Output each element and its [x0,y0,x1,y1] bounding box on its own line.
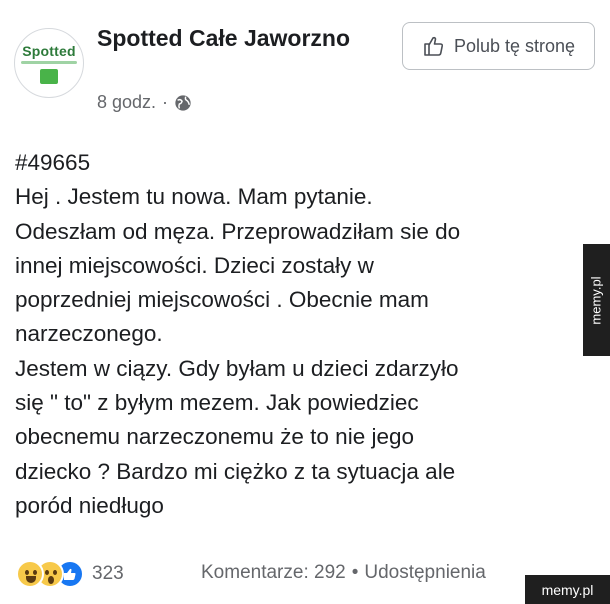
facebook-post: Spotted Spotted Całe Jaworzno 8 godz. · … [0,0,610,604]
thumbs-up-icon [424,36,443,56]
side-watermark-text: memy.pl [589,275,604,325]
reactions-summary[interactable]: 323 [16,560,124,588]
page-name-link[interactable]: Spotted Całe Jaworzno [97,22,357,54]
meta-separator: · [162,92,169,112]
post-body: #49665 Hej . Jestem tu nowa. Mam pytanie… [15,150,461,518]
globe-icon [175,94,191,111]
avatar-logo-text: Spotted [22,43,76,59]
like-page-label: Polub tę stronę [453,35,576,56]
bottom-watermark: memy.pl [525,575,610,604]
post-timestamp[interactable]: 8 godz. [97,92,156,113]
avatar-logo-underline [21,61,77,64]
haha-icon [16,560,44,588]
engagement-counts: Komentarze: 292 • Udostępnienia [201,562,486,584]
shares-count[interactable]: Udostępnienia [364,562,485,583]
comments-count[interactable]: Komentarze: 292 [201,562,346,583]
counts-separator: • [351,562,359,583]
page-avatar[interactable]: Spotted [14,28,84,98]
reaction-count: 323 [92,563,124,584]
avatar-logo-icon [40,69,58,84]
like-page-button[interactable]: Polub tę stronę [402,22,595,70]
side-watermark: memy.pl [583,244,610,356]
post-meta: 8 godz. · [97,92,192,113]
